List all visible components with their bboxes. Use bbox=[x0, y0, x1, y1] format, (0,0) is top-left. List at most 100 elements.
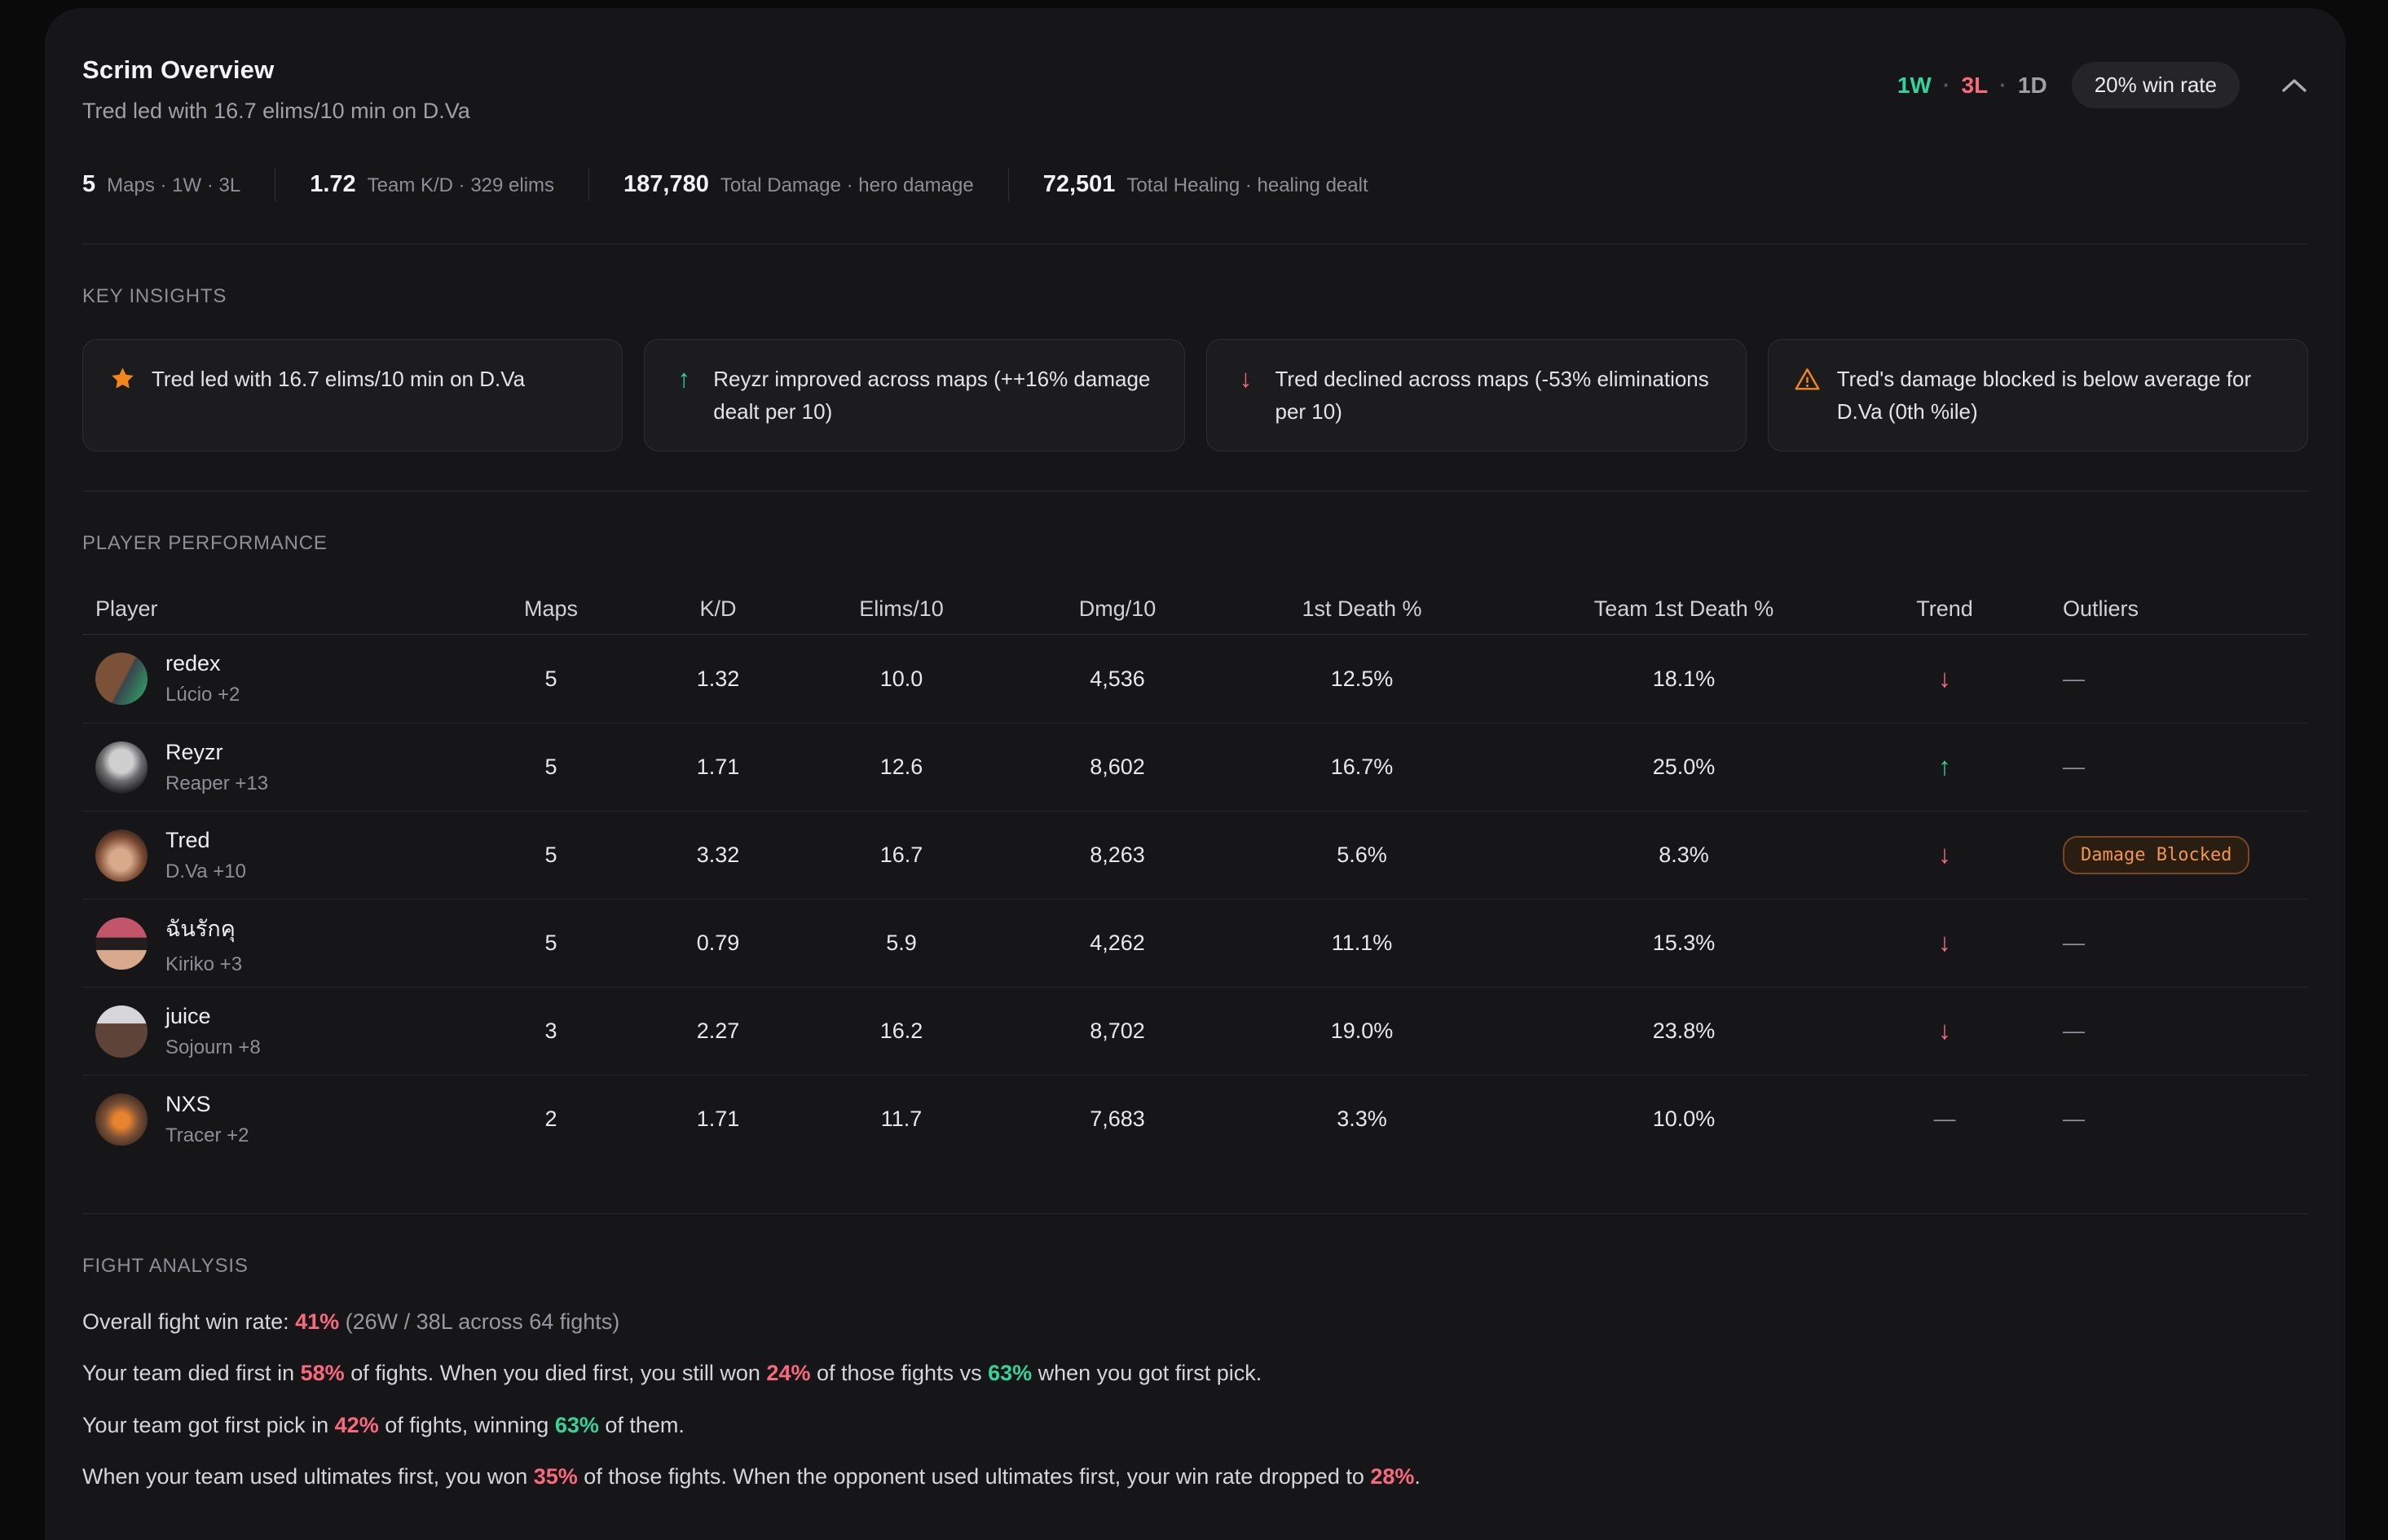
insight-text: Reyzr improved across maps (++16% damage… bbox=[713, 363, 1159, 428]
key-insights-cards: Tred led with 16.7 elims/10 min on D.Va ↑… bbox=[82, 339, 2308, 451]
record-separator: · bbox=[1943, 73, 1950, 98]
trend-down-icon: ↓ bbox=[1938, 840, 1951, 869]
table-row[interactable]: ฉันรักคุKiriko +350.795.94,26211.1%15.3%… bbox=[82, 899, 2308, 987]
player-names: Reyzr Reaper +13 bbox=[165, 740, 268, 795]
cell-elims10: 10.0 bbox=[800, 667, 1003, 692]
fight-text-segment: of fights, winning bbox=[379, 1413, 555, 1437]
cell-dmg10: 7,683 bbox=[1003, 1107, 1231, 1132]
fight-text-segment: 63% bbox=[555, 1413, 599, 1437]
column-header: Trend bbox=[1875, 596, 2014, 622]
fight-analysis-line: Overall fight win rate: 41% (26W / 38L a… bbox=[82, 1309, 2308, 1335]
table-row[interactable]: TredD.Va +1053.3216.78,2635.6%8.3%↓Damag… bbox=[82, 811, 2308, 899]
stat-value: 1.72 bbox=[310, 171, 355, 198]
fight-text-segment: Overall fight win rate: bbox=[82, 1309, 295, 1334]
column-header: Maps bbox=[465, 596, 637, 622]
trend-cell: ↑ bbox=[1875, 754, 2014, 781]
player-cell: redexLúcio +2 bbox=[82, 651, 465, 706]
cell-team_first_death: 23.8% bbox=[1492, 1019, 1875, 1044]
summary-stats-row: 5Maps · 1W · 3L1.72Team K/D · 329 elims1… bbox=[82, 168, 2308, 201]
column-header: Player bbox=[82, 596, 465, 622]
player-avatar bbox=[95, 653, 148, 705]
cell-elims10: 16.7 bbox=[800, 843, 1003, 868]
insight-text: Tred led with 16.7 elims/10 min on D.Va bbox=[152, 363, 525, 395]
cell-team_first_death: 10.0% bbox=[1492, 1107, 1875, 1132]
fight-text-segment: of those fights vs bbox=[810, 1361, 988, 1385]
insight-text: Tred's damage blocked is below average f… bbox=[1837, 363, 2283, 428]
fight-text-segment: 63% bbox=[988, 1361, 1032, 1385]
cell-team_first_death: 8.3% bbox=[1492, 843, 1875, 868]
player-performance-label: PLAYER PERFORMANCE bbox=[82, 532, 2308, 555]
player-heroes: Sojourn +8 bbox=[165, 1036, 261, 1059]
cell-first_death: 19.0% bbox=[1231, 1019, 1492, 1044]
cell-first_death: 5.6% bbox=[1231, 843, 1492, 868]
player-avatar bbox=[95, 1093, 148, 1146]
stat-value: 72,501 bbox=[1043, 171, 1116, 198]
player-heroes: Tracer +2 bbox=[165, 1124, 249, 1147]
cell-maps: 2 bbox=[465, 1107, 637, 1132]
trend-cell: ↓ bbox=[1875, 930, 2014, 957]
fight-analysis-line: Your team died first in 58% of fights. W… bbox=[82, 1360, 2308, 1386]
outlier-cell: — bbox=[2014, 931, 2308, 956]
stat-value: 5 bbox=[82, 171, 95, 198]
win-rate-badge: 20% win rate bbox=[2072, 62, 2240, 108]
warning-icon bbox=[1793, 363, 1822, 393]
key-insights-label: KEY INSIGHTS bbox=[82, 285, 2308, 308]
record-wins: 1W bbox=[1897, 73, 1932, 99]
player-heroes: Kiriko +3 bbox=[165, 953, 242, 976]
column-header: Outliers bbox=[2014, 596, 2308, 622]
stat-value: 187,780 bbox=[623, 171, 709, 198]
outlier-cell: — bbox=[2014, 667, 2308, 692]
fight-text-segment: (26W / 38L across 64 fights) bbox=[339, 1309, 619, 1334]
table-row[interactable]: ReyzrReaper +1351.7112.68,60216.7%25.0%↑… bbox=[82, 723, 2308, 811]
outlier-dash: — bbox=[2063, 1107, 2085, 1131]
record-losses: 3L bbox=[1962, 73, 1989, 99]
cell-elims10: 12.6 bbox=[800, 755, 1003, 780]
cell-elims10: 11.7 bbox=[800, 1107, 1003, 1132]
cell-maps: 5 bbox=[465, 931, 637, 956]
cell-maps: 5 bbox=[465, 843, 637, 868]
player-name: ฉันรักคุ bbox=[165, 911, 242, 946]
trend-none-icon: — bbox=[1934, 1107, 1956, 1131]
insight-text: Tred declined across maps (-53% eliminat… bbox=[1276, 363, 1721, 428]
collapse-button[interactable] bbox=[2280, 77, 2308, 95]
cell-kd: 0.79 bbox=[637, 931, 800, 956]
fight-analysis-line: When your team used ultimates first, you… bbox=[82, 1463, 2308, 1489]
trend-cell: ↓ bbox=[1875, 842, 2014, 869]
cell-first_death: 3.3% bbox=[1231, 1107, 1492, 1132]
player-name: Reyzr bbox=[165, 740, 268, 765]
outlier-cell: Damage Blocked bbox=[2014, 836, 2308, 874]
cell-kd: 2.27 bbox=[637, 1019, 800, 1044]
stat-label: Maps · 1W · 3L bbox=[107, 174, 240, 197]
cell-first_death: 11.1% bbox=[1231, 931, 1492, 956]
table-row[interactable]: NXSTracer +221.7111.77,6833.3%10.0%—— bbox=[82, 1075, 2308, 1163]
insight-card: ↓Tred declined across maps (-53% elimina… bbox=[1206, 339, 1747, 451]
column-header: Dmg/10 bbox=[1003, 596, 1231, 622]
trend-down-icon: ↓ bbox=[1938, 664, 1951, 693]
cell-dmg10: 4,262 bbox=[1003, 931, 1231, 956]
cell-maps: 3 bbox=[465, 1019, 637, 1044]
table-row[interactable]: redexLúcio +251.3210.04,53612.5%18.1%↓— bbox=[82, 635, 2308, 723]
player-cell: ฉันรักคุ Kiriko +3 bbox=[82, 911, 465, 976]
trend-cell: — bbox=[1875, 1107, 2014, 1132]
player-avatar bbox=[95, 829, 148, 882]
fight-text-segment: when you got first pick. bbox=[1032, 1361, 1262, 1385]
trend-down-icon: ↓ bbox=[1938, 928, 1951, 957]
fight-text-segment: 58% bbox=[301, 1361, 345, 1385]
fight-analysis-label: FIGHT ANALYSIS bbox=[82, 1255, 2308, 1278]
player-heroes: D.Va +10 bbox=[165, 860, 246, 883]
column-header: Elims/10 bbox=[800, 596, 1003, 622]
fight-text-segment: Your team died first in bbox=[82, 1361, 301, 1385]
insight-card: ↑Reyzr improved across maps (++16% damag… bbox=[644, 339, 1184, 451]
column-header: 1st Death % bbox=[1231, 596, 1492, 622]
outlier-dash: — bbox=[2063, 667, 2085, 691]
player-name: NXS bbox=[165, 1092, 249, 1117]
table-header-row: PlayerMapsK/DElims/10Dmg/101st Death %Te… bbox=[82, 584, 2308, 635]
summary-stat: 72,501Total Healing · healing dealt bbox=[1008, 168, 1403, 201]
table-row[interactable]: juiceSojourn +832.2716.28,70219.0%23.8%↓… bbox=[82, 987, 2308, 1075]
player-cell: Reyzr Reaper +13 bbox=[82, 740, 465, 795]
cell-kd: 3.32 bbox=[637, 843, 800, 868]
cell-maps: 5 bbox=[465, 755, 637, 780]
trend-cell: ↓ bbox=[1875, 666, 2014, 693]
stat-label: Total Damage · hero damage bbox=[720, 174, 974, 197]
player-heroes: Reaper +13 bbox=[165, 772, 268, 795]
